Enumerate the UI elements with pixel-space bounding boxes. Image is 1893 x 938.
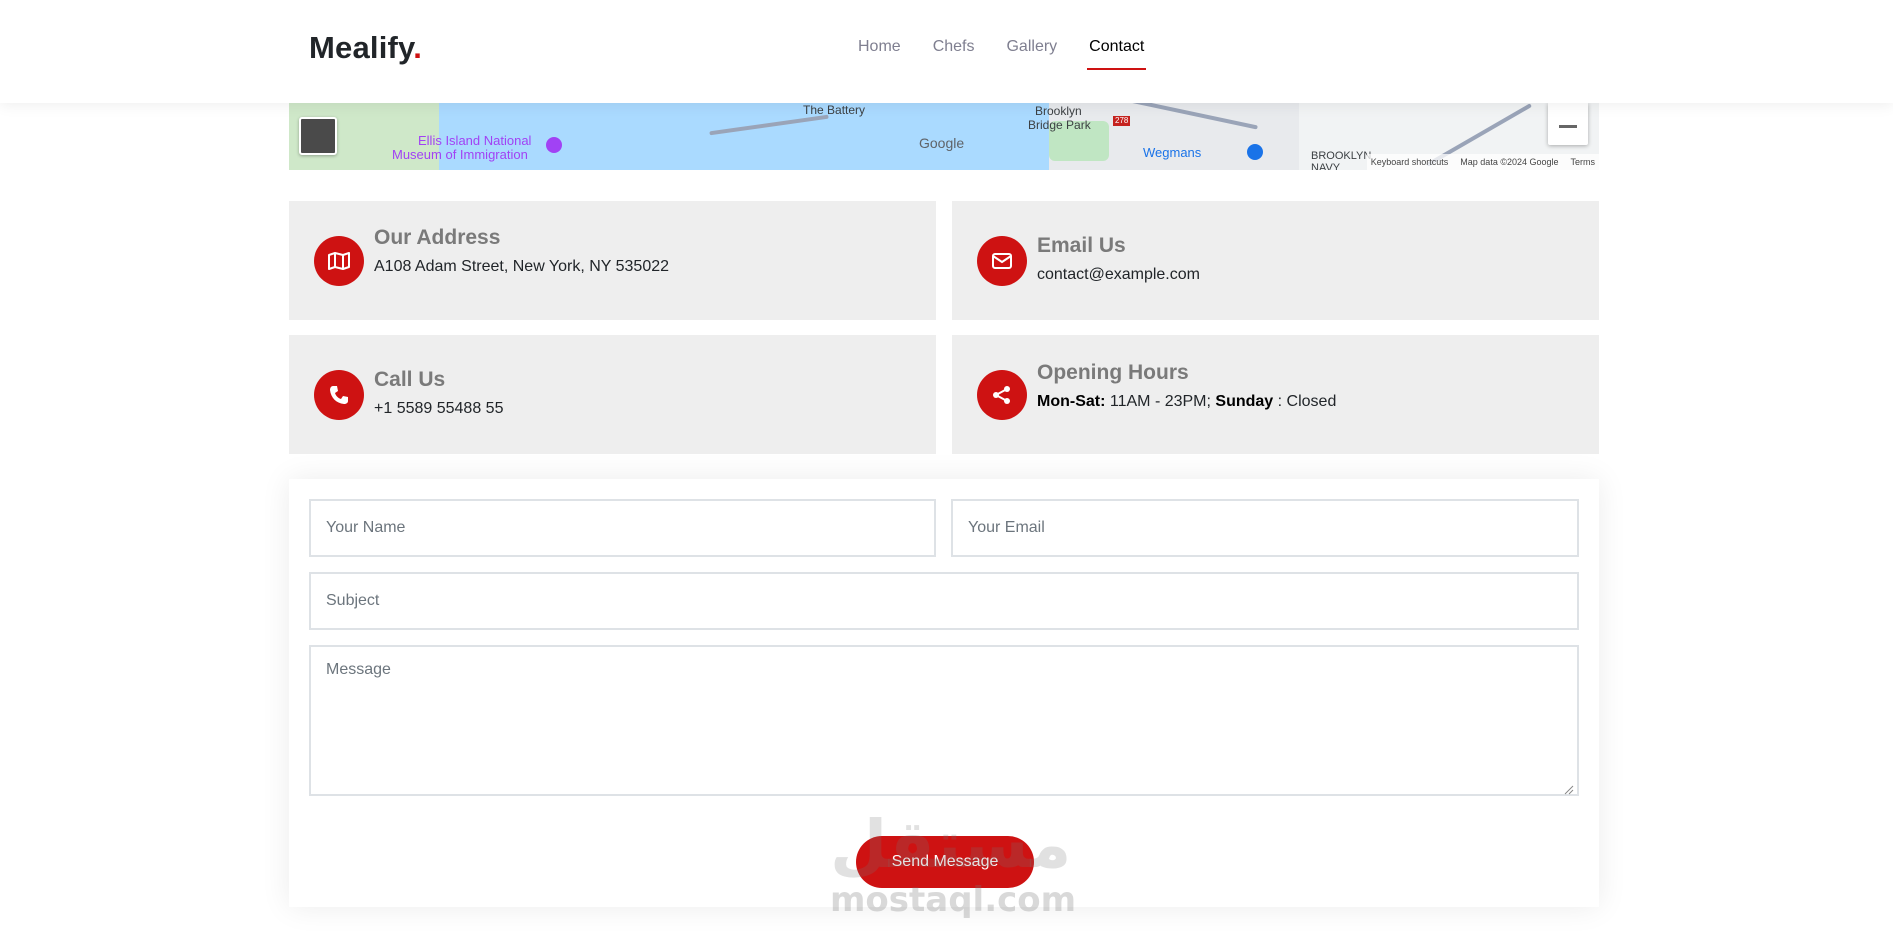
envelope-icon bbox=[977, 236, 1027, 286]
google-map[interactable]: Ellis Island National Museum of Immigrat… bbox=[289, 103, 1599, 170]
logo-dot: . bbox=[413, 30, 423, 65]
map-label-ellis-1: Ellis Island National bbox=[418, 133, 532, 148]
nav-home[interactable]: Home bbox=[858, 38, 901, 72]
info-box-hours: Opening Hours Mon-Sat: 11AM - 23PM; Sund… bbox=[952, 335, 1599, 454]
name-input[interactable] bbox=[309, 499, 936, 557]
google-logo: Google bbox=[919, 135, 965, 151]
contact-form: Send Message bbox=[289, 479, 1599, 907]
map-label-wegmans: Wegmans bbox=[1143, 145, 1202, 160]
subject-input[interactable] bbox=[309, 572, 1579, 630]
resize-grip-icon[interactable] bbox=[1564, 785, 1574, 795]
info-box-address: Our Address A108 Adam Street, New York, … bbox=[289, 201, 936, 320]
main-nav: Home Chefs Gallery Contact bbox=[858, 38, 1176, 72]
terms-link[interactable]: Terms bbox=[1571, 157, 1596, 167]
map-label-bbp-1: Brooklyn bbox=[1035, 104, 1082, 118]
email-input[interactable] bbox=[951, 499, 1579, 557]
map-attribution: Keyboard shortcuts Map data ©2024 Google… bbox=[1366, 154, 1599, 170]
map-label-navy: NAVY bbox=[1311, 162, 1341, 170]
call-title: Call Us bbox=[374, 368, 446, 391]
call-text[interactable]: +1 5589 55488 55 bbox=[374, 400, 503, 418]
send-message-button[interactable]: Send Message bbox=[856, 836, 1034, 888]
site-logo[interactable]: Mealify. bbox=[309, 30, 422, 66]
hours-weekday-label: Mon-Sat: bbox=[1037, 393, 1106, 410]
address-title: Our Address bbox=[374, 226, 501, 249]
map-data-text: Map data ©2024 Google bbox=[1460, 157, 1559, 167]
map-label-battery: The Battery bbox=[803, 103, 866, 117]
museum-pin-icon[interactable] bbox=[546, 137, 562, 153]
address-text: A108 Adam Street, New York, NY 535022 bbox=[374, 258, 670, 275]
hours-sunday-label: Sunday bbox=[1215, 393, 1274, 410]
nav-contact[interactable]: Contact bbox=[1087, 38, 1147, 72]
site-header: Mealify. Home Chefs Gallery Contact bbox=[0, 0, 1893, 103]
share-icon bbox=[977, 370, 1027, 420]
hours-title: Opening Hours bbox=[1037, 361, 1189, 384]
keyboard-shortcuts-link[interactable]: Keyboard shortcuts bbox=[1371, 157, 1449, 167]
phone-icon bbox=[314, 370, 364, 420]
message-textarea[interactable] bbox=[309, 645, 1579, 796]
hours-sunday-value: : Closed bbox=[1273, 393, 1337, 410]
shopping-pin-icon[interactable] bbox=[1247, 144, 1263, 160]
map-highway-shield: 278 bbox=[1113, 116, 1131, 126]
map-zoom-out-button[interactable] bbox=[1548, 103, 1588, 145]
hours-weekday-value: 11AM - 23PM; bbox=[1105, 393, 1216, 410]
info-box-email: Email Us contact@example.com bbox=[952, 201, 1599, 320]
map-label-bbp-2: Bridge Park bbox=[1028, 118, 1091, 132]
map-label-ellis-2: Museum of Immigration bbox=[392, 147, 528, 162]
nav-gallery[interactable]: Gallery bbox=[1006, 38, 1057, 72]
hours-text: Mon-Sat: 11AM - 23PM; Sunday : Closed bbox=[1037, 393, 1336, 411]
nav-chefs[interactable]: Chefs bbox=[933, 38, 975, 72]
logo-text: Mealify bbox=[309, 30, 414, 65]
map-layer-toggle-button[interactable] bbox=[299, 117, 337, 155]
email-title: Email Us bbox=[1037, 234, 1126, 257]
map-icon bbox=[314, 236, 364, 286]
info-box-call: Call Us +1 5589 55488 55 bbox=[289, 335, 936, 454]
email-text[interactable]: contact@example.com bbox=[1037, 266, 1200, 284]
map-road bbox=[709, 114, 829, 136]
